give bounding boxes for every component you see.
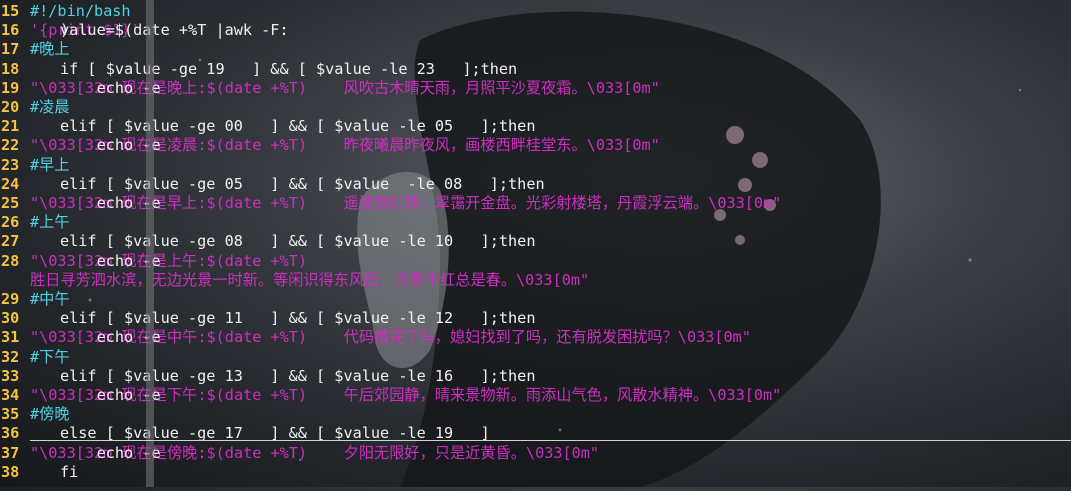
line-number: 17 [1,40,20,59]
line-number: 35 [1,405,20,424]
code-token: elif [ $value -ge 11 ] && [ $value -le 1… [60,309,536,328]
cursor-line-underline [30,440,1071,441]
code-token: elif [ $value -ge 13 ] && [ $value -le 1… [60,366,536,385]
line-text: #凌晨 [30,98,70,117]
code-token: if [ $value -ge 19 ] && [ $value -le 23 … [60,59,518,78]
line-text: #晚上 [30,40,70,59]
line-text: #中午 [30,290,70,309]
code-token: elif [ $value -ge 08 ] && [ $value -le 1… [60,232,536,251]
line-text: echo -e "\033[32m 现在是下午:$(date +%T) 午后郊园… [30,386,781,405]
code-token: fi [60,462,79,481]
line-text: #上午 [30,213,70,232]
line-text: #下午 [30,348,70,367]
line-text: #早上 [30,156,70,175]
line-number: 24 [1,174,20,193]
line-text: echo -e "\033[32m 现在是早上:$(date +%T) 遥波蛰红… [30,194,781,213]
code-token: ) [60,21,70,40]
line-number: 38 [1,462,20,481]
line-number: 37 [1,443,20,462]
line-text: value=$(date +%T |awk -F: '{print $1}') [30,21,289,40]
line-text: echo -e "\033[32m 现在是凌晨:$(date +%T) 昨夜曦晨… [30,136,660,155]
line-text: echo -e "\033[32m 现在是中午:$(date +%T) 代码撸完… [30,328,751,347]
code-token: elif [ $value -ge 00 ] && [ $value -le 0… [60,117,536,136]
line-number: 20 [1,98,20,116]
comment-token: #下午 [30,347,70,366]
line-number: 19 [1,78,20,97]
line-text: echo -e "\033[32m 现在是上午:$(date +%T) [30,252,307,271]
line-number: 16 [1,21,20,40]
comment-token: #凌晨 [30,98,70,116]
line-text: echo -e "\033[32m 现在是傍晚:$(date +%T) 夕阳无限… [30,444,599,463]
code-editor[interactable]: 15 #!/bin/bash 16 value=$(date +%T |awk -F:… [0,0,1071,487]
line-text: 胜日寻芳泗水滨，无边光景一时新。等闲识得东风面，万紫千红总是春。\033[0m" [30,271,589,290]
code-token: value=$(date +%T |awk -F: [60,21,298,40]
comment-token: #早上 [30,155,70,174]
line-number: 32 [1,347,20,366]
line-text: echo -e "\033[32m 现在是晚上:$(date +%T) 风吹古木… [30,79,660,98]
line-number: 25 [1,194,20,212]
comment-token: #晚上 [30,40,70,59]
line-number: 33 [1,366,20,385]
line-number: 28 [1,251,20,270]
line-number: 18 [1,59,20,78]
line-text: #!/bin/bash [30,2,131,21]
line-number: 26 [1,213,20,232]
comment-token: #!/bin/bash [30,2,131,20]
line-text: #傍晚 [30,405,70,424]
line-number: 30 [1,309,20,328]
line-number: 15 [1,2,20,20]
cursor-column-highlight [146,0,154,487]
comment-token: #傍晚 [30,405,70,424]
line-number: 27 [1,232,20,251]
string-token: 胜日寻芳泗水滨，无边光景一时新。等闲识得东风面，万紫千红总是春。\033[0m" [30,270,590,289]
comment-token: #上午 [30,213,70,232]
line-number: 29 [1,290,20,308]
code-token: elif [ $value -ge 05 ] && [ $value -le 0… [60,174,545,193]
line-number: 31 [1,328,20,347]
line-number: 23 [1,155,20,174]
line-number: 34 [1,386,20,404]
line-number: 22 [1,136,20,155]
comment-token: #中午 [30,290,70,308]
line-number: 21 [1,117,20,136]
line-number: 36 [1,424,20,443]
